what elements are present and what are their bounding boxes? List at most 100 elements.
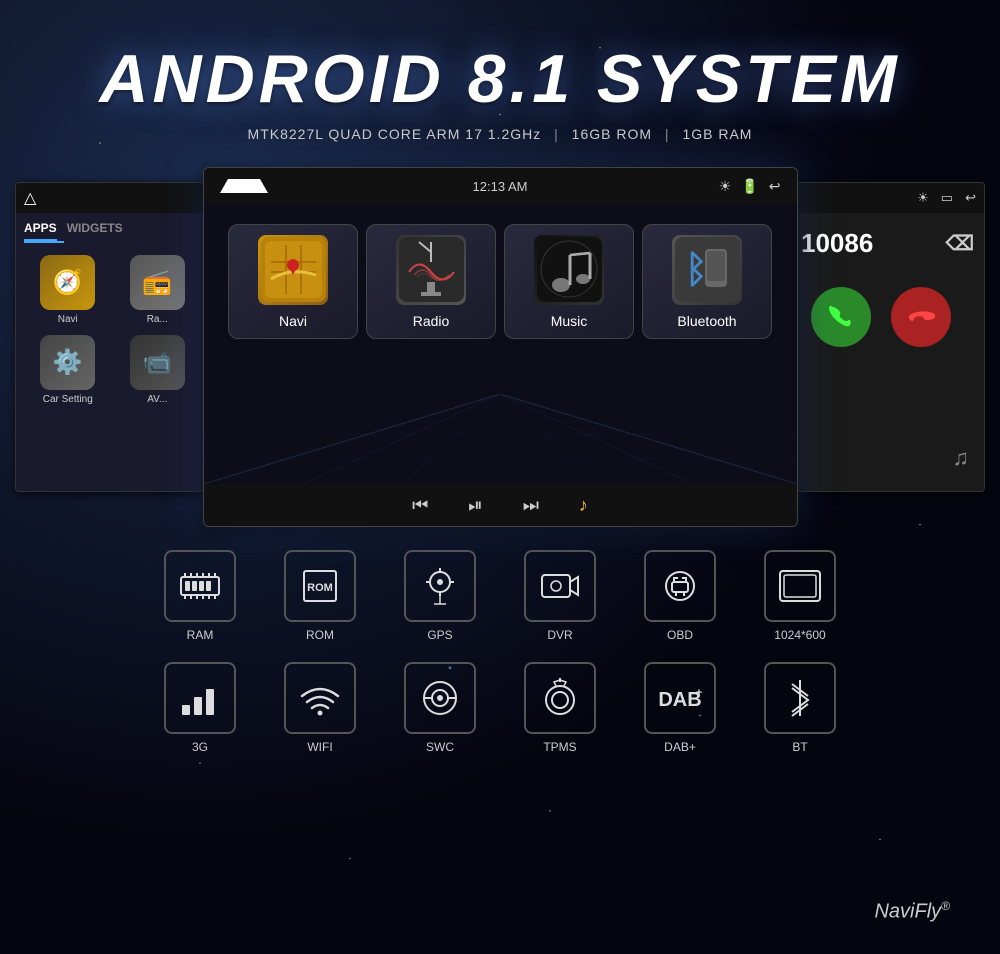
feature-resolution: 1024*600 — [755, 550, 845, 642]
feature-wifi: WIFI — [275, 662, 365, 754]
left-app-av[interactable]: 📹 AV... — [118, 335, 198, 405]
feature-obd: OBD — [635, 550, 725, 642]
decline-call-button[interactable] — [891, 287, 951, 347]
svg-text:+: + — [696, 687, 702, 699]
brightness-icon: ☀ — [719, 178, 732, 195]
resolution-box — [764, 550, 836, 622]
phone-number: 10086 ⌫ — [791, 213, 984, 267]
prev-button[interactable]: ⏮ — [412, 495, 428, 516]
screens-container: △ APPS WIDGETS 🧭 Navi 📻 Ra... ⚙️ Car Set… — [0, 162, 1000, 532]
tpms-box — [524, 662, 596, 734]
backspace-icon[interactable]: ⌫ — [946, 231, 974, 256]
gps-label: GPS — [427, 628, 452, 642]
navi-app-icon — [258, 235, 328, 305]
left-screen: △ APPS WIDGETS 🧭 Navi 📻 Ra... ⚙️ Car Set… — [15, 182, 210, 492]
navi-app-label: Navi — [279, 313, 307, 329]
right-top-bar: ☀ ▭ ↩ — [791, 183, 984, 213]
left-top-bar: △ — [16, 183, 209, 213]
settings-icon-box: ⚙️ — [40, 335, 95, 390]
dvr-box — [524, 550, 596, 622]
feature-bt: BT — [755, 662, 845, 754]
main-title: ANDROID 8.1 SYSTEM — [0, 40, 1000, 118]
phone-decline-icon — [907, 303, 935, 331]
feature-tpms: TPMS — [515, 662, 605, 754]
swc-label: SWC — [426, 740, 454, 754]
sub-title: MTK8227L QUAD CORE ARM 17 1.2GHz | 16GB … — [0, 126, 1000, 142]
call-buttons — [791, 267, 984, 367]
left-tabs: APPS WIDGETS — [16, 213, 209, 241]
tab-apps[interactable]: APPS — [24, 221, 57, 241]
accept-call-button[interactable] — [811, 287, 871, 347]
phone-accept-icon — [827, 303, 855, 331]
feature-swc: SWC — [395, 662, 485, 754]
feature-3g: 3G — [155, 662, 245, 754]
center-app-radio[interactable]: Radio — [366, 224, 496, 339]
center-time: 12:13 AM — [457, 168, 544, 204]
dvr-label: DVR — [547, 628, 572, 642]
feature-gps: GPS — [395, 550, 485, 642]
feature-ram: RAM — [155, 550, 245, 642]
tab-widgets[interactable]: WIDGETS — [67, 221, 123, 241]
features-row-1: RAM ROM ROM — [155, 550, 845, 642]
swc-icon — [418, 676, 462, 720]
svg-text:ᛒ: ᛒ — [685, 249, 708, 291]
left-app-radio[interactable]: 📻 Ra... — [118, 255, 198, 325]
gps-box — [404, 550, 476, 622]
next-button[interactable]: ⏭ — [523, 495, 539, 516]
av-icon-box: 📹 — [130, 335, 185, 390]
brand-registered: ® — [941, 899, 950, 913]
rom-label: ROM — [306, 628, 334, 642]
wifi-label: WIFI — [307, 740, 332, 754]
center-app-navi[interactable]: Navi — [228, 224, 358, 339]
tpms-label: TPMS — [543, 740, 576, 754]
bt-label: BT — [792, 740, 807, 754]
spec-cpu: MTK8227L QUAD CORE ARM 17 1.2GHz — [248, 126, 542, 142]
center-screen: 12:13 AM ☀ 🔋 ↩ — [203, 167, 798, 527]
wifi-icon — [298, 680, 342, 716]
right-screen: ☀ ▭ ↩ 10086 ⌫ ♫ — [790, 182, 985, 492]
rom-icon: ROM — [298, 567, 342, 605]
bt-icon — [782, 676, 818, 720]
play-pause-button[interactable]: ⏯ — [468, 495, 482, 516]
spec-ram: 1GB RAM — [682, 126, 752, 142]
ram-box — [164, 550, 236, 622]
right-music-icon: ♫ — [953, 445, 970, 471]
home-icon: △ — [24, 188, 36, 208]
features-row-2: 3G WIFI — [155, 662, 845, 754]
separator2: | — [665, 126, 670, 142]
bt-box — [764, 662, 836, 734]
spec-rom: 16GB ROM — [572, 126, 652, 142]
3g-box — [164, 662, 236, 734]
dab-icon: DAB + — [655, 680, 705, 716]
svg-text:ROM: ROM — [307, 582, 333, 594]
bluetooth-app-label: Bluetooth — [677, 313, 736, 329]
center-app-music[interactable]: Music — [504, 224, 634, 339]
center-bottom-bar: ⏮ ⏯ ⏭ ♪ — [204, 484, 797, 526]
gps-icon — [418, 564, 462, 608]
battery-r-icon: ▭ — [941, 190, 953, 206]
feature-rom: ROM ROM — [275, 550, 365, 642]
ram-label: RAM — [187, 628, 214, 642]
3g-icon — [180, 679, 220, 717]
resolution-label: 1024*600 — [774, 628, 825, 642]
brightness-r-icon: ☀ — [917, 190, 929, 206]
perspective-floor — [204, 394, 797, 484]
music-app-icon — [534, 235, 604, 305]
music-note-icon: ♪ — [579, 495, 588, 516]
center-app-bluetooth[interactable]: ᛒ Bluetooth — [642, 224, 772, 339]
left-app-navi[interactable]: 🧭 Navi — [28, 255, 108, 325]
radio-icon-box: 📻 — [130, 255, 185, 310]
back-r-icon: ↩ — [965, 190, 976, 206]
resolution-icon — [778, 567, 822, 605]
radio-app-icon — [396, 235, 466, 305]
swc-box — [404, 662, 476, 734]
feature-dvr: DVR — [515, 550, 605, 642]
av-label: AV... — [147, 394, 167, 405]
bluetooth-app-icon: ᛒ — [672, 235, 742, 305]
settings-label: Car Setting — [43, 394, 93, 405]
left-apps-grid: 🧭 Navi 📻 Ra... ⚙️ Car Setting 📹 AV... — [16, 243, 209, 417]
brand-logo: NaviFly® — [874, 899, 950, 924]
left-app-settings[interactable]: ⚙️ Car Setting — [28, 335, 108, 405]
navi-icon-box: 🧭 — [40, 255, 95, 310]
dvr-icon — [538, 567, 582, 605]
